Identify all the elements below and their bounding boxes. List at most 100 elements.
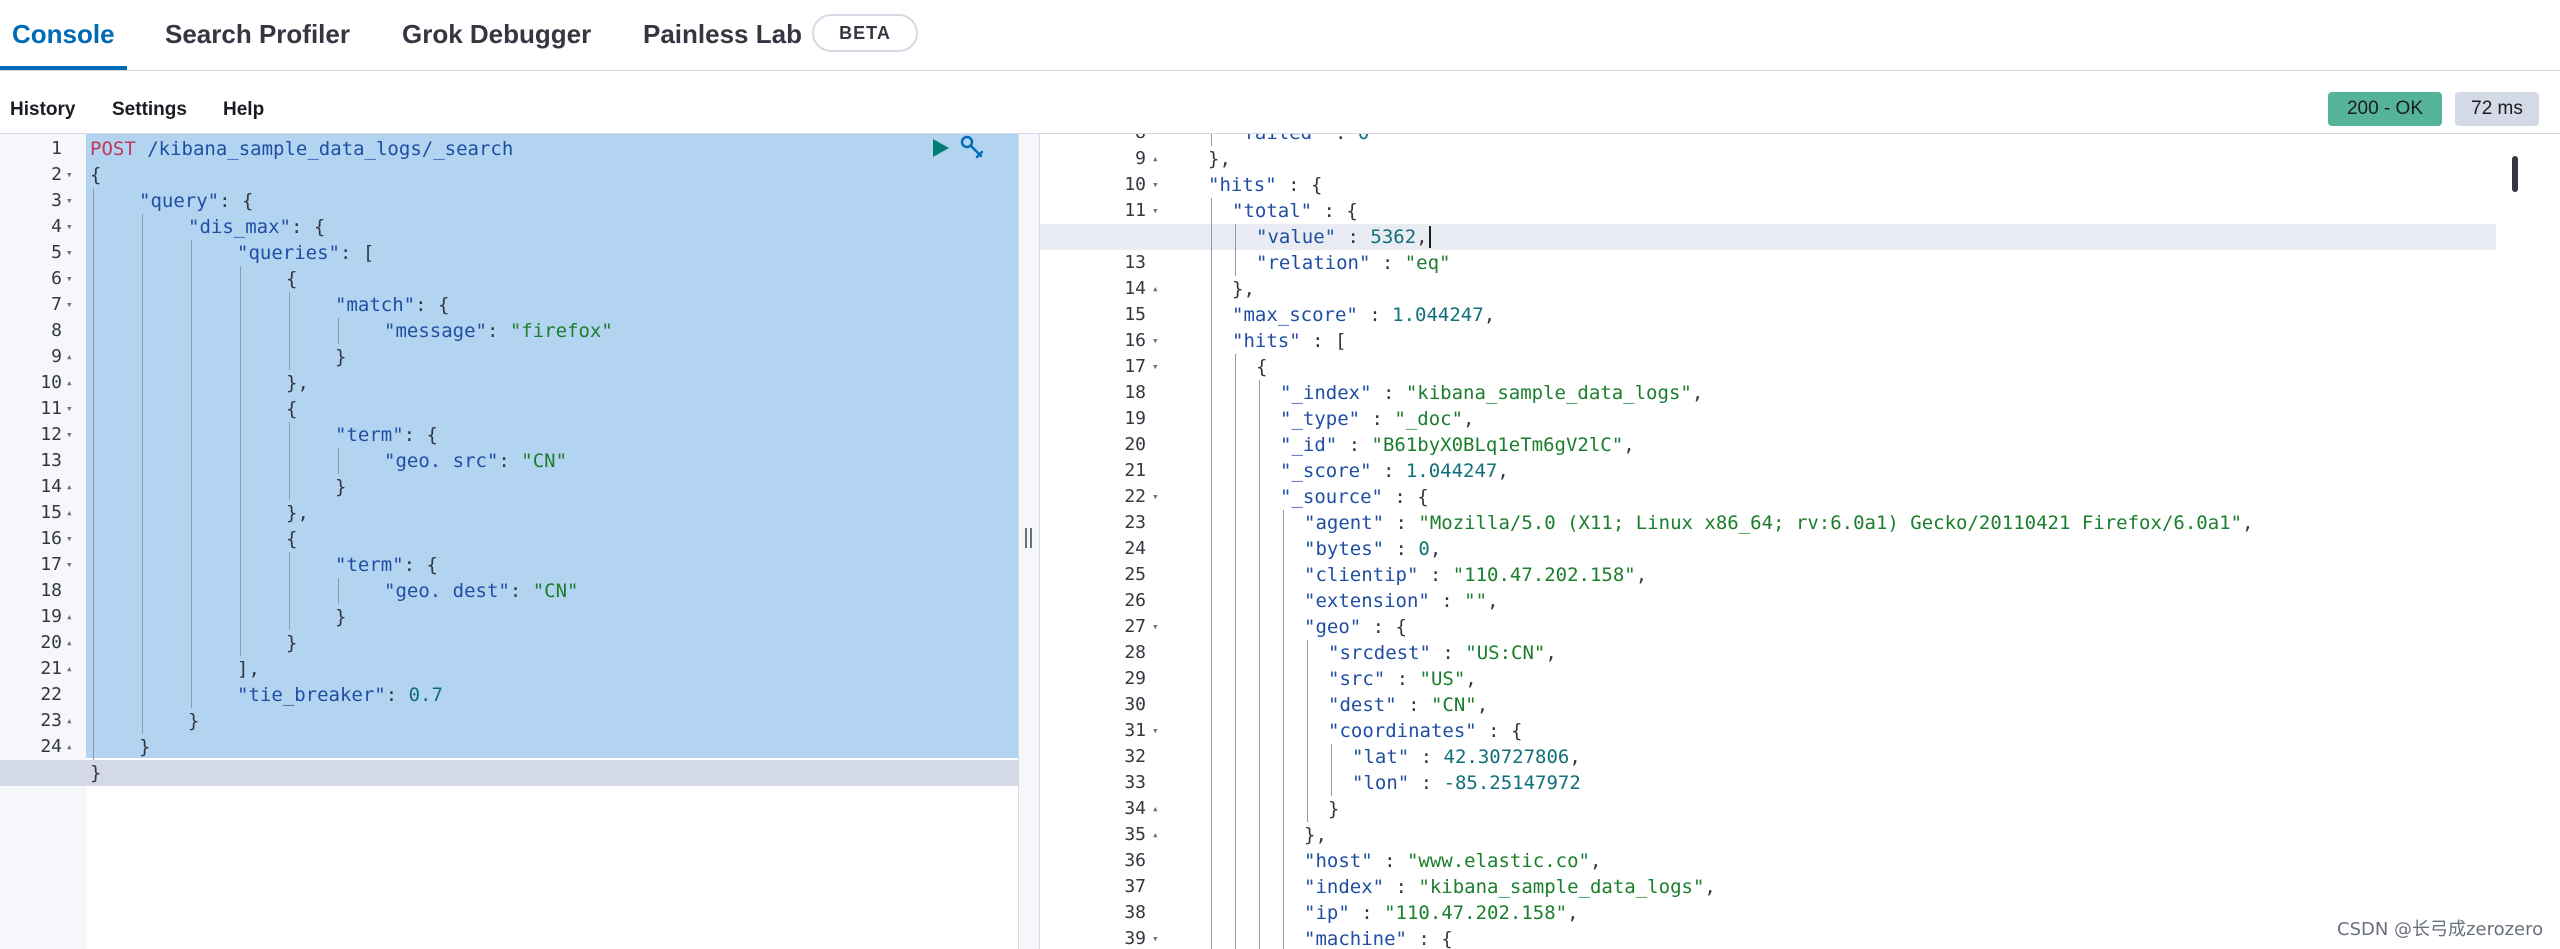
fold-open-icon[interactable]: ▾ — [1152, 614, 1159, 640]
menu-help[interactable]: Help — [223, 71, 264, 133]
indent-guide — [1235, 770, 1236, 796]
indent-guide — [142, 656, 143, 682]
indent-guide — [1259, 796, 1260, 822]
indent-guide — [142, 370, 143, 396]
fold-close-icon[interactable]: ▴ — [66, 370, 73, 396]
fold-open-icon[interactable]: ▾ — [1152, 354, 1159, 380]
fold-open-icon[interactable]: ▾ — [1152, 198, 1159, 224]
code-line: "dis_max": { — [188, 214, 325, 240]
tab-grok-debugger[interactable]: Grok Debugger — [390, 0, 603, 70]
fold-close-icon[interactable]: ▴ — [66, 656, 73, 682]
code-token-pun: : — [1337, 434, 1372, 456]
fold-open-icon[interactable]: ▾ — [1152, 484, 1159, 510]
fold-open-icon[interactable]: ▾ — [1152, 718, 1159, 744]
fold-close-icon[interactable]: ▴ — [1152, 146, 1159, 172]
line-number: 3 — [51, 190, 62, 211]
code-token-pun: : — [1324, 134, 1358, 144]
indent-guide — [191, 266, 192, 292]
line-number: 14 — [40, 476, 62, 497]
indent-guide — [1235, 926, 1236, 949]
fold-open-icon[interactable]: ▾ — [1152, 328, 1159, 354]
tab-painless-lab[interactable]: Painless Lab — [631, 0, 814, 70]
fold-open-icon[interactable]: ▾ — [66, 292, 73, 318]
response-viewer[interactable]: 89▴10▾11▾121314▴1516▾17▾1819202122▾23242… — [1040, 134, 2560, 949]
indent-guide — [142, 526, 143, 552]
code-token-key: "srcdest" — [1328, 642, 1431, 664]
fold-close-icon[interactable]: ▴ — [1152, 276, 1159, 302]
fold-open-icon[interactable]: ▾ — [66, 188, 73, 214]
fold-open-icon[interactable]: ▾ — [66, 162, 73, 188]
code-token-key: "clientip" — [1304, 564, 1419, 586]
line-number: 35 — [1124, 824, 1146, 845]
indent-guide — [1259, 458, 1260, 484]
fold-open-icon[interactable]: ▾ — [66, 214, 73, 240]
indent-guide — [1259, 432, 1260, 458]
line-number: 29 — [1124, 668, 1146, 689]
indent-guide — [191, 370, 192, 396]
indent-guide — [142, 266, 143, 292]
code-line: "value" : 5362, — [1256, 224, 1428, 250]
indent-guide — [1283, 926, 1284, 949]
code-line: } — [1328, 796, 1339, 822]
indent-guide — [1235, 744, 1236, 770]
fold-open-icon[interactable]: ▾ — [66, 526, 73, 552]
code-token-key: "ip" — [1304, 902, 1350, 924]
indent-guide — [1235, 718, 1236, 744]
code-line: "geo. dest": "CN" — [384, 578, 579, 604]
fold-close-icon[interactable]: ▴ — [66, 474, 73, 500]
fold-open-icon[interactable]: ▾ — [66, 266, 73, 292]
fold-close-icon[interactable]: ▴ — [66, 500, 73, 526]
fold-open-icon[interactable]: ▾ — [66, 240, 73, 266]
line-number: 37 — [1124, 876, 1146, 897]
menu-history[interactable]: History — [10, 71, 75, 133]
indent-guide — [142, 214, 143, 240]
fold-open-icon[interactable]: ▾ — [66, 396, 73, 422]
tab-console[interactable]: Console — [0, 0, 127, 70]
request-editor[interactable]: 1 2 ▾ 3 ▾ 4 ▾ 5 ▾ 6 ▾ 7 ▾ 8 9 ▴ 10 ▴ 11 ▾ 12 ▾ 13 14 ▴ 15 ▴ 16 ▾ 17 ▾ 1… — [0, 134, 1018, 949]
fold-close-icon[interactable]: ▴ — [1152, 822, 1159, 848]
fold-close-icon[interactable]: ▴ — [66, 604, 73, 630]
indent-guide — [1259, 666, 1260, 692]
code-line: "host" : "www.elastic.co", — [1304, 848, 1601, 874]
resize-handle-icon[interactable] — [1025, 528, 1033, 548]
indent-guide — [93, 422, 94, 448]
fold-open-icon[interactable]: ▾ — [1152, 926, 1159, 949]
fold-open-icon[interactable]: ▾ — [66, 422, 73, 448]
code-token-pun: , — [1487, 590, 1499, 612]
indent-guide — [1211, 900, 1212, 926]
code-token-pun: : — [1336, 226, 1371, 248]
fold-close-icon[interactable]: ▴ — [1152, 796, 1159, 822]
indent-guide — [191, 630, 192, 656]
code-token-key: "tie_breaker" — [237, 684, 386, 706]
code-token-pun: } — [335, 606, 347, 628]
code-line: { — [286, 266, 297, 292]
code-line: } — [286, 630, 297, 656]
fold-close-icon[interactable]: ▴ — [66, 344, 73, 370]
code-token-key: "_source" — [1280, 486, 1383, 508]
fold-close-icon[interactable]: ▴ — [66, 734, 73, 760]
indent-guide — [1283, 770, 1284, 796]
indent-guide — [93, 578, 94, 604]
request-code[interactable]: POST /kibana_sample_data_logs/_search{"q… — [86, 134, 1018, 949]
menu-settings[interactable]: Settings — [112, 71, 187, 133]
fold-open-icon[interactable]: ▾ — [1152, 172, 1159, 198]
fold-open-icon[interactable]: ▾ — [66, 552, 73, 578]
code-token-key: "_type" — [1280, 408, 1361, 430]
code-token-pun: : — [1384, 876, 1419, 898]
indent-guide — [1211, 224, 1212, 250]
line-number: 15 — [40, 502, 62, 523]
wrench-icon[interactable] — [958, 134, 986, 162]
response-scrollbar[interactable] — [2512, 156, 2518, 192]
tab-search-profiler[interactable]: Search Profiler — [153, 0, 362, 70]
code-token-key: "failed" — [1232, 134, 1324, 144]
line-number: 9 — [1135, 148, 1146, 169]
fold-close-icon[interactable]: ▴ — [66, 630, 73, 656]
indent-guide — [1331, 744, 1332, 770]
play-icon[interactable] — [930, 136, 952, 160]
line-number: 16 — [40, 528, 62, 549]
code-token-num: 1.044247 — [1405, 460, 1498, 482]
code-token-pun: }, — [1232, 278, 1255, 300]
watermark: CSDN @长弓成zerozero — [2337, 919, 2544, 940]
code-token-key: "bytes" — [1304, 538, 1385, 560]
fold-close-icon[interactable]: ▴ — [66, 708, 73, 734]
